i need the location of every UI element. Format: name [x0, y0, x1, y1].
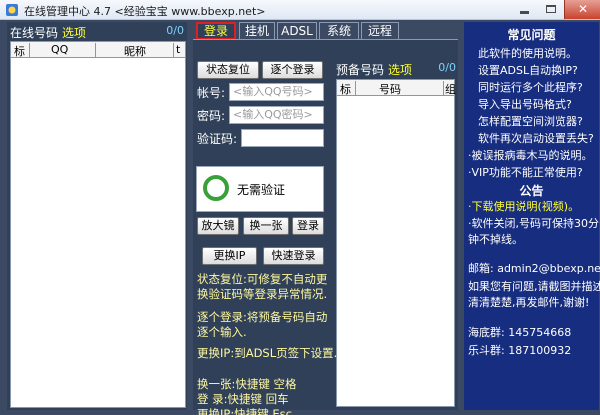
reserve-panel-header: 预备号码 选项 0/0 — [336, 61, 456, 77]
reserve-list[interactable]: 标 号码 组 — [336, 79, 456, 407]
minimize-icon — [520, 11, 529, 14]
desc-reset: 状态复位:可修复不自动更换验证码等登录异常情况. — [197, 272, 328, 301]
login-button[interactable]: 登录 — [292, 217, 324, 235]
check-ring-icon — [203, 175, 229, 201]
title-bar: 在线管理中心 4.7 <经验宝宝 www.bbexp.net> ✕ — [0, 0, 600, 20]
account-label: 帐号: — [197, 86, 226, 100]
reserve-col-flag[interactable]: 标 — [340, 81, 351, 97]
contact-line-1: 如果您有问题,请截图并描述 — [468, 280, 600, 293]
maximize-button[interactable] — [538, 0, 564, 19]
desc-hotkey-login: 登 录:快捷键 回车 — [197, 392, 289, 406]
refresh-captcha-button[interactable]: 换一张 — [243, 217, 289, 235]
online-list-header: 标 QQ 昵称 t — [11, 42, 185, 58]
account-input[interactable]: <输入QQ号码> — [229, 83, 324, 101]
faq-link-browser[interactable]: 怎样配置空间浏览器? — [478, 113, 583, 129]
tab-login[interactable]: 登录 — [196, 22, 236, 40]
login-tab-content: 状态复位 逐个登录 帐号: <输入QQ号码> 密码: <输入QQ密码> 验证码:… — [193, 39, 458, 415]
change-ip-button[interactable]: 更换IP — [202, 247, 257, 265]
minimize-button[interactable] — [511, 0, 538, 19]
download-video-link[interactable]: ·下载使用说明(视频)。 — [468, 199, 579, 215]
reserve-panel-title: 预备号码 — [336, 63, 385, 77]
faq-title: 常见问题 — [507, 28, 556, 42]
col-qq[interactable]: QQ — [51, 43, 68, 56]
faq-link-usage[interactable]: 此软件的使用说明。 — [478, 45, 577, 61]
captcha-input[interactable] — [241, 129, 324, 147]
desc-hotkey-ip: 更换IP:快捷键 Esc — [197, 407, 292, 415]
faq-link-virus-report[interactable]: ·被误报病毒木马的说明。 — [468, 147, 593, 163]
faq-link-adsl[interactable]: 设置ADSL自动换IP? — [478, 62, 578, 78]
group-line-2: 乐斗群: 187100932 — [468, 344, 572, 357]
online-options-link[interactable]: 选项 — [62, 24, 86, 41]
reserve-options-link[interactable]: 选项 — [388, 63, 412, 77]
faq-panel: 常见问题 此软件的使用说明。 设置ADSL自动换IP? 同时运行多个此程序? 导… — [464, 22, 600, 410]
online-panel: 在线号码 选项 0/0 标 QQ 昵称 t — [7, 22, 187, 410]
reserve-count: 0/0 — [438, 61, 456, 74]
faq-link-settings-lost[interactable]: 软件再次启动设置丢失? — [478, 130, 594, 146]
quick-login-button[interactable]: 快速登录 — [263, 247, 324, 265]
captcha-status: 无需验证 — [237, 183, 286, 197]
reserve-col-group[interactable]: 组 — [445, 81, 456, 97]
group-line-1: 海底群: 145754668 — [468, 326, 572, 339]
reset-status-button[interactable]: 状态复位 — [197, 61, 259, 79]
desc-login-one: 逐个登录:将预备号码自动逐个输入. — [197, 310, 328, 339]
zoom-button[interactable]: 放大镜 — [197, 217, 239, 235]
maximize-icon — [546, 5, 556, 13]
col-nickname[interactable]: 昵称 — [124, 43, 146, 59]
online-count: 0/0 — [166, 24, 184, 37]
faq-link-multi-run[interactable]: 同时运行多个此程序? — [478, 79, 583, 95]
app-icon — [6, 4, 18, 16]
desc-change-ip: 更换IP:到ADSL页签下设置. — [197, 346, 338, 360]
reserve-list-header: 标 号码 组 — [337, 80, 456, 97]
captcha-image: 无需验证 — [196, 166, 324, 212]
faq-link-import-format[interactable]: 导入导出号码格式? — [478, 96, 572, 112]
main-tab-panel: 登录 挂机 ADSL 系统 远程 状态复位 逐个登录 帐号: <输入QQ号码> … — [193, 22, 458, 415]
tab-system[interactable]: 系统 — [319, 22, 359, 40]
captcha-label: 验证码: — [197, 132, 238, 146]
col-flag[interactable]: 标 — [14, 43, 25, 59]
client-area: 在线号码 选项 0/0 标 QQ 昵称 t 登录 挂机 ADSL 系统 远程 状… — [0, 20, 600, 415]
close-icon: ✕ — [577, 2, 589, 16]
online-panel-title: 在线号码 — [10, 26, 59, 40]
tab-adsl[interactable]: ADSL — [277, 22, 317, 40]
reserve-col-number[interactable]: 号码 — [379, 81, 401, 97]
email-line: 邮箱: admin2@bbexp.net — [468, 262, 600, 275]
login-one-by-one-button[interactable]: 逐个登录 — [262, 61, 323, 79]
announcement-title: 公告 — [519, 184, 544, 198]
announcement-note-1: ·软件关闭,号码可保持30分 — [468, 217, 599, 230]
online-list[interactable]: 标 QQ 昵称 t — [10, 41, 186, 408]
window-title: 在线管理中心 4.7 <经验宝宝 www.bbexp.net> — [24, 5, 266, 18]
contact-line-2: 清清楚楚,再发邮件,谢谢! — [468, 296, 590, 309]
password-label: 密码: — [197, 109, 226, 123]
online-panel-header: 在线号码 选项 0/0 — [10, 24, 186, 40]
announcement-note-2: 钟不掉线。 — [468, 233, 523, 246]
password-input[interactable]: <输入QQ密码> — [229, 106, 324, 124]
tab-remote[interactable]: 远程 — [361, 22, 399, 40]
tab-idle[interactable]: 挂机 — [239, 22, 275, 40]
desc-hotkey-refresh: 换一张:快捷键 空格 — [197, 377, 297, 391]
faq-link-vip[interactable]: ·VIP功能不能正常使用? — [468, 164, 583, 180]
col-extra[interactable]: t — [176, 43, 180, 56]
close-button[interactable]: ✕ — [564, 0, 600, 19]
